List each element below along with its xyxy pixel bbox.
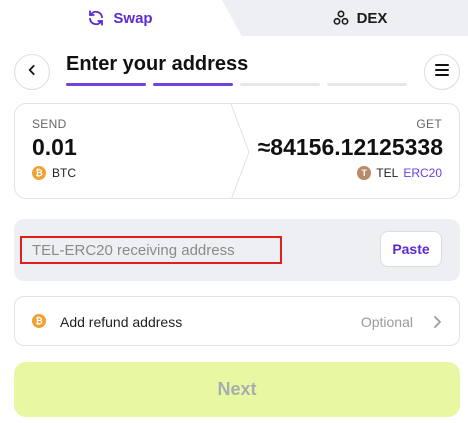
top-tabs: Swap DEX: [0, 0, 468, 36]
get-currency: T TEL ERC20: [357, 166, 442, 180]
progress-step-2: [153, 83, 233, 86]
hamburger-menu-icon: [434, 63, 450, 82]
progress-step-1: [66, 83, 146, 86]
tab-dex[interactable]: DEX: [222, 0, 468, 36]
get-label: GET: [416, 117, 442, 131]
btc-coin-icon: ₿: [32, 314, 46, 328]
send-label: SEND: [32, 117, 67, 131]
progress-step-4: [327, 83, 407, 86]
next-button[interactable]: Next: [14, 362, 460, 417]
add-refund-address-row[interactable]: ₿ Add refund address Optional: [14, 296, 460, 346]
refresh-icon: [87, 9, 105, 27]
get-amount: ≈84156.12125338: [257, 134, 443, 160]
back-button[interactable]: [14, 54, 50, 90]
menu-button[interactable]: [424, 54, 460, 90]
tab-swap[interactable]: Swap: [0, 0, 240, 36]
tel-coin-icon: T: [357, 166, 372, 180]
get-currency-label: TEL: [376, 166, 399, 180]
receiving-address-input[interactable]: [20, 236, 282, 264]
send-currency-label: BTC: [52, 166, 76, 180]
btc-coin-icon: ₿: [32, 166, 46, 180]
page-title: Enter your address: [66, 53, 249, 75]
chevron-right-icon: [432, 315, 442, 333]
address-section: Paste: [14, 219, 460, 281]
dex-circles-icon: [333, 10, 349, 26]
card-divider: [230, 104, 250, 198]
optional-label: Optional: [360, 314, 413, 330]
chevron-left-icon: [25, 63, 39, 82]
step-progress: [66, 83, 407, 86]
send-currency: ₿ BTC: [32, 166, 76, 180]
refund-label: Add refund address: [60, 314, 183, 330]
step-header: Enter your address: [0, 44, 468, 96]
tab-swap-label: Swap: [113, 9, 153, 27]
tab-dex-label: DEX: [356, 9, 388, 27]
paste-button[interactable]: Paste: [380, 231, 442, 267]
get-network-label: ERC20: [403, 166, 442, 180]
send-amount: 0.01: [32, 134, 77, 160]
progress-step-3: [240, 83, 320, 86]
exchange-summary-card: SEND 0.01 ₿ BTC GET ≈84156.12125338 T TE…: [14, 103, 460, 199]
